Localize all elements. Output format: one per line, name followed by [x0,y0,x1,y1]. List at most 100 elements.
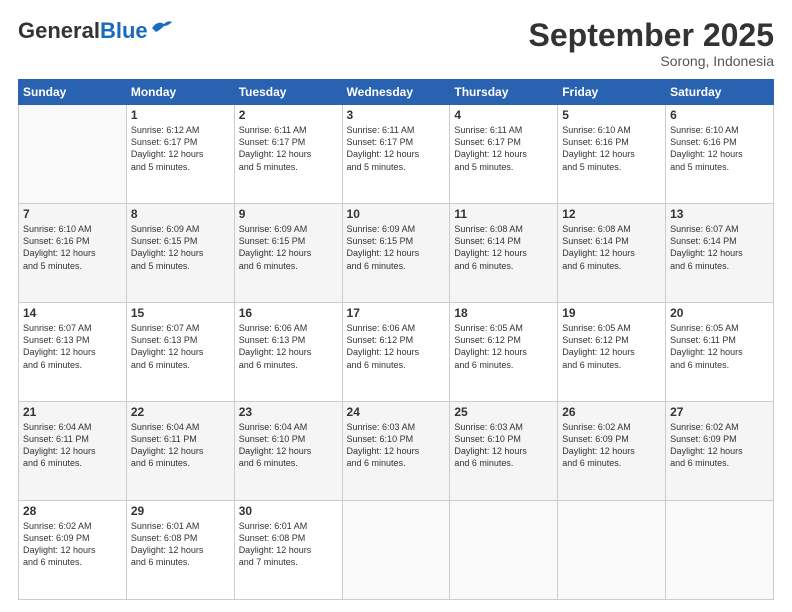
cell-info: Sunrise: 6:08 AMSunset: 6:14 PMDaylight:… [454,223,553,272]
calendar-week-row: 14 Sunrise: 6:07 AMSunset: 6:13 PMDayligh… [19,303,774,402]
day-number: 4 [454,108,553,122]
day-number: 6 [670,108,769,122]
cell-info: Sunrise: 6:03 AMSunset: 6:10 PMDaylight:… [347,421,446,470]
day-number: 23 [239,405,338,419]
day-number: 9 [239,207,338,221]
day-number: 2 [239,108,338,122]
calendar-week-row: 1Sunrise: 6:12 AMSunset: 6:17 PMDaylight… [19,105,774,204]
calendar-cell [558,501,666,600]
calendar-header-row: SundayMondayTuesdayWednesdayThursdayFrid… [19,80,774,105]
calendar-cell: 13 Sunrise: 6:07 AMSunset: 6:14 PMDayligh… [666,204,774,303]
cell-info: Sunrise: 6:04 AMSunset: 6:11 PMDaylight:… [23,421,122,470]
day-number: 22 [131,405,230,419]
calendar-cell [450,501,558,600]
cell-info: Sunrise: 6:10 AMSunset: 6:16 PMDaylight:… [23,223,122,272]
cell-info: Sunrise: 6:09 AMSunset: 6:15 PMDaylight:… [131,223,230,272]
calendar-week-row: 28Sunrise: 6:02 AMSunset: 6:09 PMDayligh… [19,501,774,600]
cell-info: Sunrise: 6:02 AMSunset: 6:09 PMDaylight:… [562,421,661,470]
cell-info: Sunrise: 6:07 AMSunset: 6:13 PMDaylight:… [23,322,122,371]
cell-info: Sunrise: 6:01 AMSunset: 6:08 PMDaylight:… [239,520,338,569]
col-header-wednesday: Wednesday [342,80,450,105]
title-area: September 2025 Sorong, Indonesia [529,18,774,69]
col-header-saturday: Saturday [666,80,774,105]
calendar-cell: 22Sunrise: 6:04 AMSunset: 6:11 PMDayligh… [126,402,234,501]
col-header-tuesday: Tuesday [234,80,342,105]
calendar-cell: 23 Sunrise: 6:04 AMSunset: 6:10 PMDayligh… [234,402,342,501]
calendar-cell: 26Sunrise: 6:02 AMSunset: 6:09 PMDayligh… [558,402,666,501]
calendar-cell: 6 Sunrise: 6:10 AMSunset: 6:16 PMDaylight… [666,105,774,204]
cell-info: Sunrise: 6:02 AMSunset: 6:09 PMDaylight:… [670,421,769,470]
page: GeneralBlue September 2025 Sorong, Indon… [0,0,792,612]
calendar-cell: 19Sunrise: 6:05 AMSunset: 6:12 PMDayligh… [558,303,666,402]
cell-info: Sunrise: 6:12 AMSunset: 6:17 PMDaylight:… [131,124,230,173]
calendar-cell: 28Sunrise: 6:02 AMSunset: 6:09 PMDayligh… [19,501,127,600]
calendar-cell: 3Sunrise: 6:11 AMSunset: 6:17 PMDaylight… [342,105,450,204]
header: GeneralBlue September 2025 Sorong, Indon… [18,18,774,69]
day-number: 7 [23,207,122,221]
calendar-cell: 11Sunrise: 6:08 AMSunset: 6:14 PMDayligh… [450,204,558,303]
calendar-cell: 21 Sunrise: 6:04 AMSunset: 6:11 PMDayligh… [19,402,127,501]
calendar-cell: 20 Sunrise: 6:05 AMSunset: 6:11 PMDayligh… [666,303,774,402]
calendar-cell [342,501,450,600]
calendar-cell [19,105,127,204]
calendar-cell: 15Sunrise: 6:07 AMSunset: 6:13 PMDayligh… [126,303,234,402]
calendar-cell: 17Sunrise: 6:06 AMSunset: 6:12 PMDayligh… [342,303,450,402]
cell-info: Sunrise: 6:08 AMSunset: 6:14 PMDaylight:… [562,223,661,272]
day-number: 13 [670,207,769,221]
day-number: 21 [23,405,122,419]
logo-general: General [18,18,100,44]
col-header-friday: Friday [558,80,666,105]
cell-info: Sunrise: 6:06 AMSunset: 6:13 PMDaylight:… [239,322,338,371]
day-number: 18 [454,306,553,320]
calendar-cell: 2 Sunrise: 6:11 AMSunset: 6:17 PMDaylight… [234,105,342,204]
calendar-cell: 8Sunrise: 6:09 AMSunset: 6:15 PMDaylight… [126,204,234,303]
calendar-cell: 9 Sunrise: 6:09 AMSunset: 6:15 PMDaylight… [234,204,342,303]
cell-info: Sunrise: 6:05 AMSunset: 6:11 PMDaylight:… [670,322,769,371]
cell-info: Sunrise: 6:09 AMSunset: 6:15 PMDaylight:… [239,223,338,272]
month-title: September 2025 [529,18,774,53]
col-header-thursday: Thursday [450,80,558,105]
day-number: 24 [347,405,446,419]
day-number: 14 [23,306,122,320]
col-header-sunday: Sunday [19,80,127,105]
logo-blue: Blue [100,18,148,44]
day-number: 3 [347,108,446,122]
calendar-cell: 29 Sunrise: 6:01 AMSunset: 6:08 PMDayligh… [126,501,234,600]
logo: GeneralBlue [18,18,172,44]
calendar-cell: 25Sunrise: 6:03 AMSunset: 6:10 PMDayligh… [450,402,558,501]
cell-info: Sunrise: 6:03 AMSunset: 6:10 PMDaylight:… [454,421,553,470]
calendar-cell: 14 Sunrise: 6:07 AMSunset: 6:13 PMDayligh… [19,303,127,402]
col-header-monday: Monday [126,80,234,105]
calendar-cell: 16 Sunrise: 6:06 AMSunset: 6:13 PMDayligh… [234,303,342,402]
calendar-cell: 5 Sunrise: 6:10 AMSunset: 6:16 PMDaylight… [558,105,666,204]
calendar-cell: 30Sunrise: 6:01 AMSunset: 6:08 PMDayligh… [234,501,342,600]
calendar-cell: 10 Sunrise: 6:09 AMSunset: 6:15 PMDayligh… [342,204,450,303]
cell-info: Sunrise: 6:07 AMSunset: 6:14 PMDaylight:… [670,223,769,272]
cell-info: Sunrise: 6:04 AMSunset: 6:10 PMDaylight:… [239,421,338,470]
day-number: 28 [23,504,122,518]
cell-info: Sunrise: 6:11 AMSunset: 6:17 PMDaylight:… [454,124,553,173]
day-number: 19 [562,306,661,320]
day-number: 20 [670,306,769,320]
day-number: 29 [131,504,230,518]
calendar-cell: 24 Sunrise: 6:03 AMSunset: 6:10 PMDayligh… [342,402,450,501]
day-number: 27 [670,405,769,419]
cell-info: Sunrise: 6:06 AMSunset: 6:12 PMDaylight:… [347,322,446,371]
cell-info: Sunrise: 6:11 AMSunset: 6:17 PMDaylight:… [239,124,338,173]
day-number: 5 [562,108,661,122]
cell-info: Sunrise: 6:10 AMSunset: 6:16 PMDaylight:… [670,124,769,173]
calendar-cell: 18Sunrise: 6:05 AMSunset: 6:12 PMDayligh… [450,303,558,402]
day-number: 12 [562,207,661,221]
calendar-cell: 4 Sunrise: 6:11 AMSunset: 6:17 PMDaylight… [450,105,558,204]
cell-info: Sunrise: 6:01 AMSunset: 6:08 PMDaylight:… [131,520,230,569]
calendar-cell: 7 Sunrise: 6:10 AMSunset: 6:16 PMDaylight… [19,204,127,303]
calendar-table: SundayMondayTuesdayWednesdayThursdayFrid… [18,79,774,600]
calendar-cell: 27 Sunrise: 6:02 AMSunset: 6:09 PMDayligh… [666,402,774,501]
day-number: 10 [347,207,446,221]
cell-info: Sunrise: 6:09 AMSunset: 6:15 PMDaylight:… [347,223,446,272]
logo-bird-icon [150,18,172,36]
day-number: 15 [131,306,230,320]
cell-info: Sunrise: 6:10 AMSunset: 6:16 PMDaylight:… [562,124,661,173]
calendar-cell [666,501,774,600]
day-number: 16 [239,306,338,320]
